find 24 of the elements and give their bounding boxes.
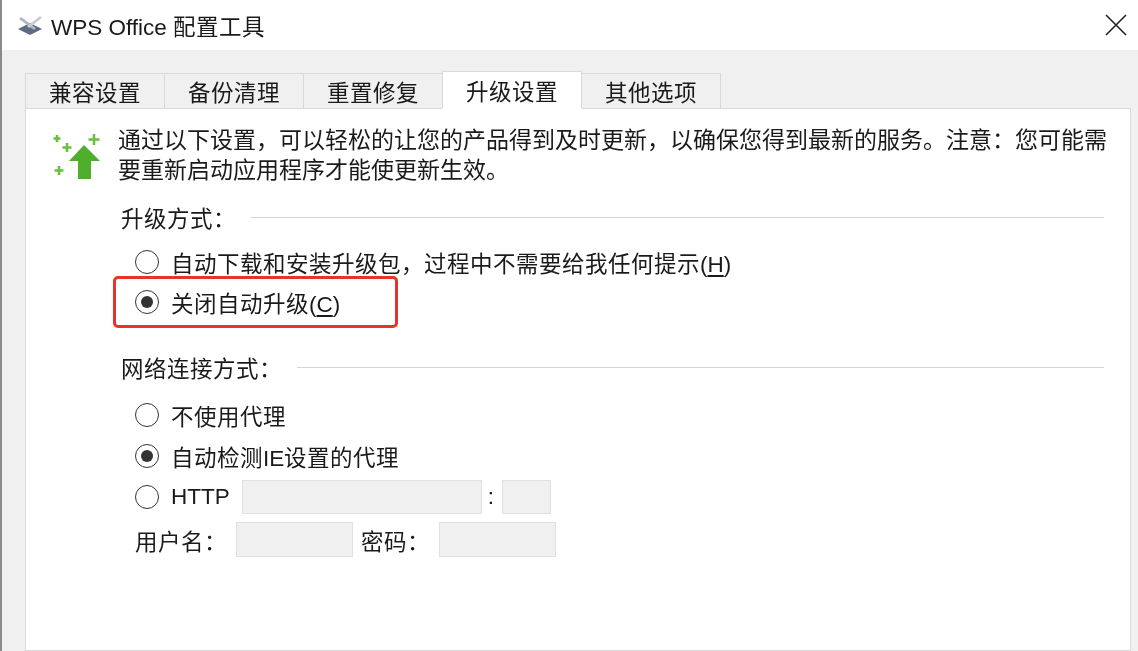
radio-button[interactable] (135, 484, 159, 509)
tab[interactable]: 升级设置 (442, 71, 582, 109)
radio-button[interactable] (135, 290, 159, 314)
username-label: 用户名： (135, 528, 227, 556)
radio-label[interactable]: 自动检测IE设置的代理 (171, 439, 400, 472)
radio-button[interactable] (135, 250, 159, 274)
radio-label[interactable]: 自动下载和安装升级包，过程中不需要给我任何提示(H) (171, 246, 732, 278)
radio-label[interactable]: HTTP (171, 483, 230, 510)
radio-label[interactable]: 关闭自动升级(C) (171, 286, 341, 318)
radio-button[interactable] (135, 402, 159, 427)
tab[interactable]: 其他选项 (581, 73, 721, 109)
app-icon (17, 14, 43, 36)
section-label: 升级方式： (121, 206, 236, 233)
radio-label[interactable]: 不使用代理 (171, 398, 286, 431)
intro-text: 通过以下设置，可以轻松的让您的产品得到及时更新，以确保您得到最新的服务。注意：您可能需要重新启动应用程序才能使更新生效。 (118, 126, 1108, 185)
close-icon (1105, 14, 1127, 36)
close-button[interactable] (1104, 13, 1128, 37)
port-separator: : (487, 483, 494, 510)
section-label: 网络连接方式： (121, 356, 282, 383)
radio-button[interactable] (135, 443, 159, 468)
window-title: WPS Office 配置工具 (51, 14, 266, 41)
tab[interactable]: 兼容设置 (25, 73, 165, 109)
password-label: 密码： (361, 528, 430, 556)
upgrade-arrow-icon (52, 133, 100, 179)
